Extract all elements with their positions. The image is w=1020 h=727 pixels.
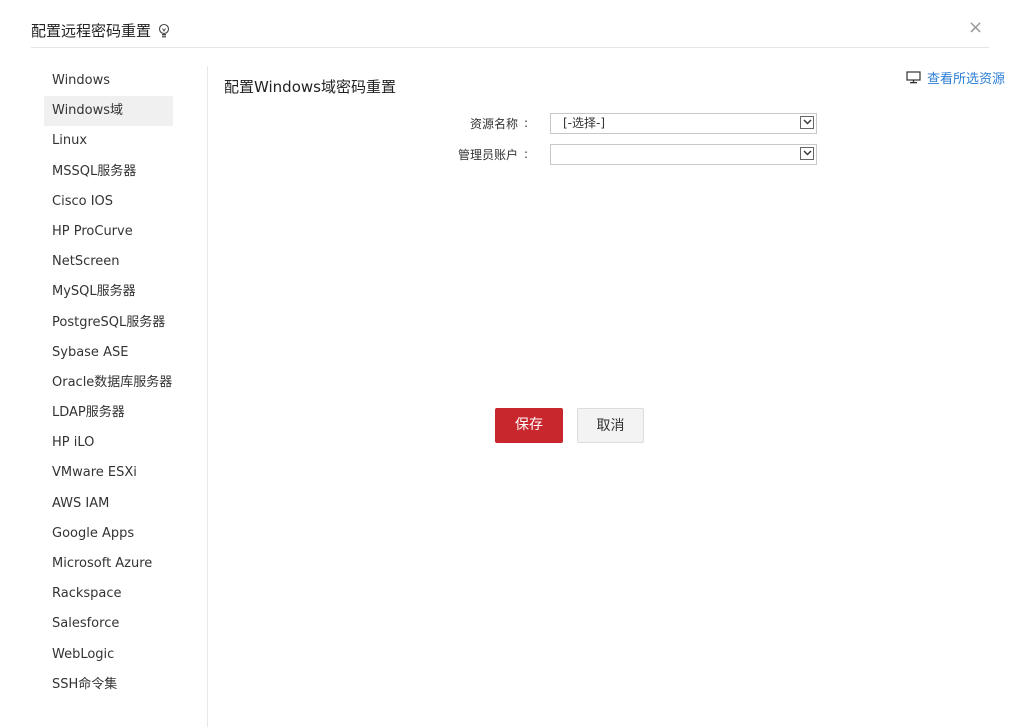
- sidebar-item-hp-procurve[interactable]: HP ProCurve: [44, 217, 173, 247]
- monitor-icon: [906, 71, 921, 84]
- sidebar-item-mssql[interactable]: MSSQL服务器: [44, 157, 173, 187]
- sidebar-item-aws-iam[interactable]: AWS IAM: [44, 489, 173, 519]
- view-selected-resources-link[interactable]: 查看所选资源: [906, 68, 1005, 87]
- admin-account-label: 管理员账户: [457, 147, 518, 162]
- chevron-down-icon: [800, 115, 814, 129]
- admin-account-row: 管理员账户 :: [380, 143, 817, 165]
- sidebar-item-sybase-ase[interactable]: Sybase ASE: [44, 338, 173, 368]
- sidebar-item-postgresql[interactable]: PostgreSQL服务器: [44, 308, 173, 338]
- sidebar-item-linux[interactable]: Linux: [44, 126, 173, 156]
- sidebar-item-windows[interactable]: Windows: [44, 66, 173, 96]
- sidebar-item-microsoft-azure[interactable]: Microsoft Azure: [44, 549, 173, 579]
- sidebar-item-hp-ilo[interactable]: HP iLO: [44, 428, 173, 458]
- sidebar-divider: [207, 66, 208, 727]
- resource-name-label: 资源名称: [469, 116, 518, 131]
- save-button[interactable]: 保存: [495, 408, 563, 443]
- resource-name-select[interactable]: [-选择-]: [550, 112, 817, 134]
- sidebar-item-ssh-command-set[interactable]: SSH命令集: [44, 670, 173, 700]
- close-icon[interactable]: ×: [968, 18, 983, 38]
- view-selected-resources-label: 查看所选资源: [927, 72, 1006, 87]
- section-title: 配置Windows域密码重置: [224, 78, 396, 96]
- sidebar-item-google-apps[interactable]: Google Apps: [44, 519, 173, 549]
- admin-account-colon: :: [524, 147, 529, 161]
- chevron-down-icon: [800, 146, 814, 160]
- resource-name-value: [-选择-]: [563, 115, 606, 130]
- cancel-button[interactable]: 取消: [577, 408, 644, 443]
- sidebar-item-rackspace[interactable]: Rackspace: [44, 579, 173, 609]
- sidebar: Windows Windows域 Linux MSSQL服务器 Cisco IO…: [44, 66, 208, 700]
- sidebar-item-windows-domain[interactable]: Windows域: [44, 96, 173, 127]
- resource-name-colon: :: [524, 116, 529, 130]
- sidebar-item-mysql[interactable]: MySQL服务器: [44, 277, 173, 307]
- admin-account-select[interactable]: [550, 143, 817, 165]
- dialog-title-text: 配置远程密码重置: [31, 22, 152, 40]
- sidebar-item-cisco-ios[interactable]: Cisco IOS: [44, 187, 173, 217]
- dialog-title: 配置远程密码重置: [31, 20, 171, 41]
- resource-name-row: 资源名称 : [-选择-]: [380, 112, 817, 134]
- sidebar-item-ldap[interactable]: LDAP服务器: [44, 398, 173, 428]
- sidebar-item-netscreen[interactable]: NetScreen: [44, 247, 173, 277]
- lightbulb-icon: [158, 23, 170, 37]
- sidebar-item-vmware-esxi[interactable]: VMware ESXi: [44, 458, 173, 488]
- sidebar-item-salesforce[interactable]: Salesforce: [44, 609, 173, 639]
- header-divider: [31, 47, 989, 48]
- sidebar-item-oracle[interactable]: Oracle数据库服务器: [44, 368, 173, 398]
- sidebar-item-weblogic[interactable]: WebLogic: [44, 640, 173, 670]
